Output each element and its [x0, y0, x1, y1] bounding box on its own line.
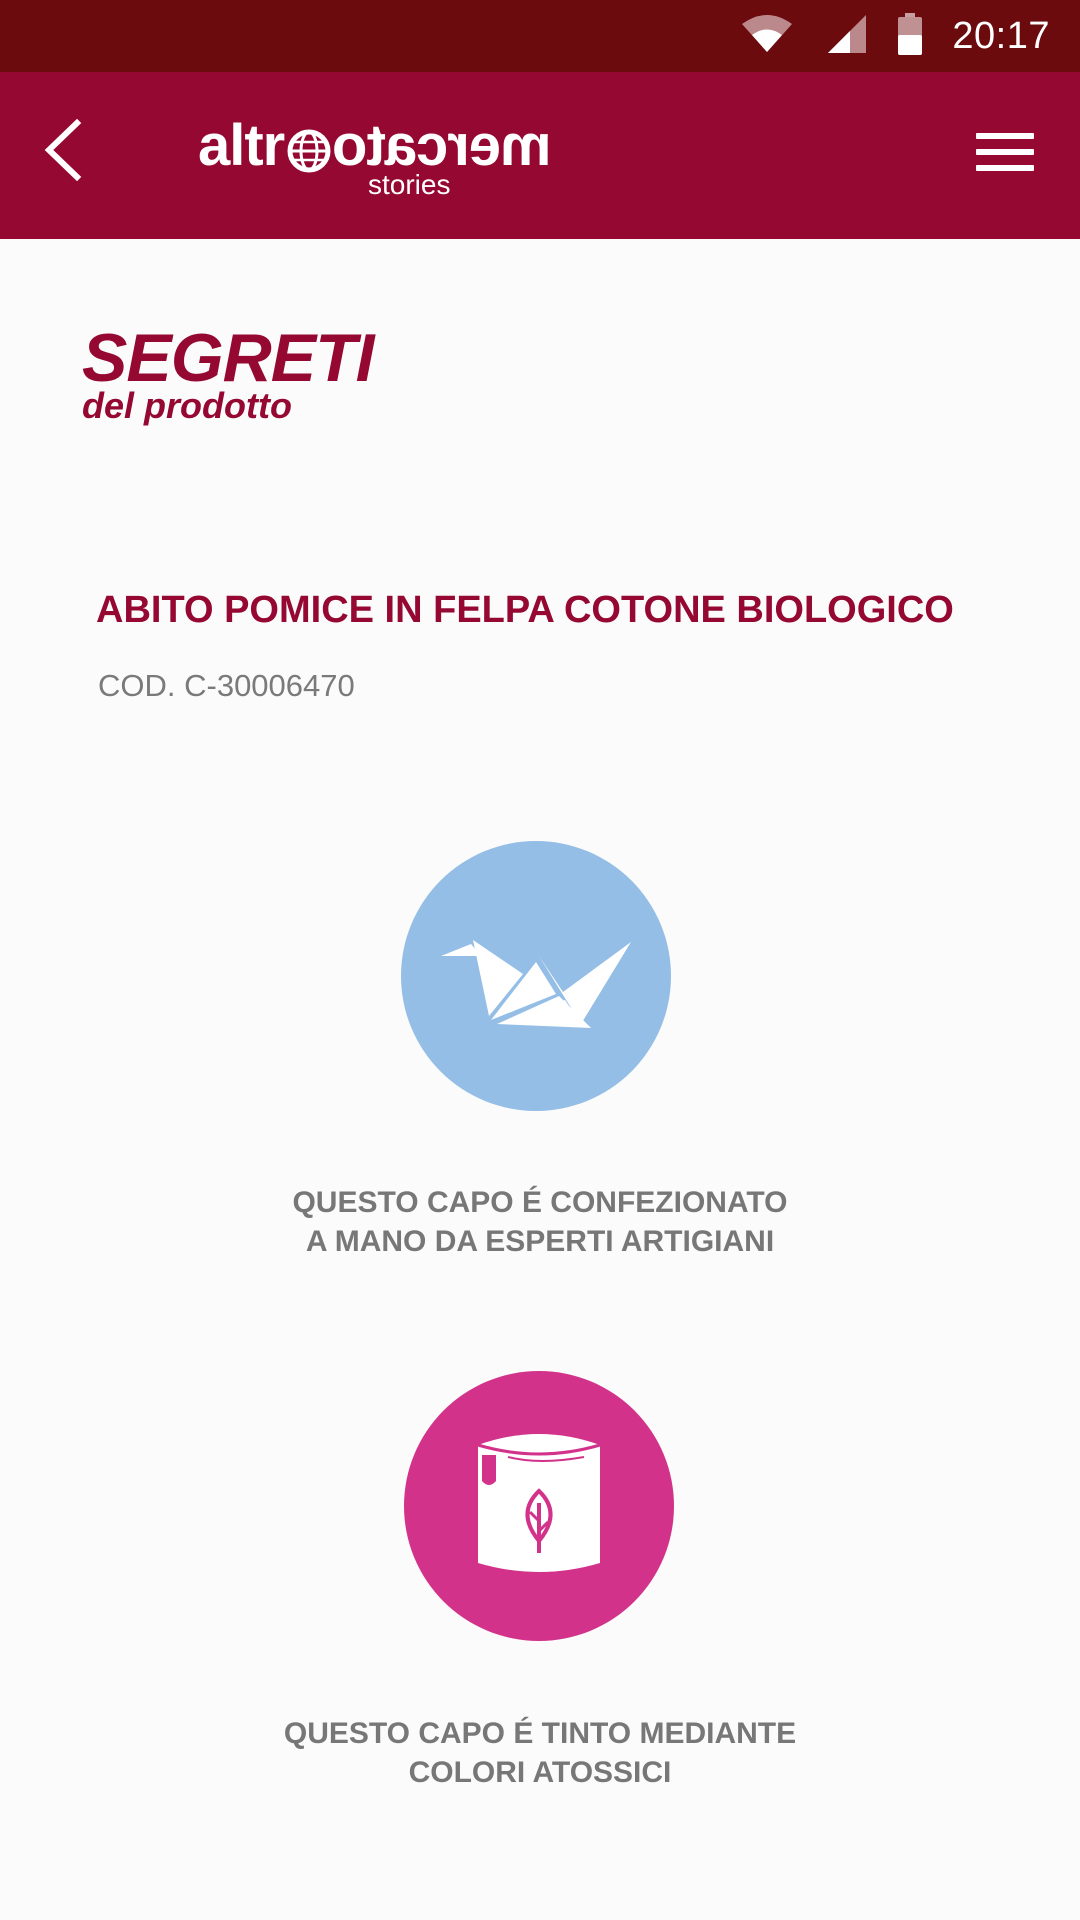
chevron-left-icon — [43, 118, 83, 186]
hamburger-menu-icon — [976, 149, 1034, 155]
feature-line: A MANO DA ESPERTI ARTIGIANI — [305, 1225, 775, 1258]
feature-nontoxic-text: QUESTO CAPO É TINTO MEDIANTE COLORI ATOS… — [0, 1714, 1080, 1792]
feature-nontoxic-badge — [404, 1371, 674, 1641]
feature-line: QUESTO CAPO É CONFEZIONATO — [292, 1186, 788, 1219]
app-logo: altr mercato stories — [198, 113, 568, 210]
hamburger-menu-icon — [976, 165, 1034, 171]
back-button[interactable] — [28, 112, 98, 192]
feature-handmade-text: QUESTO CAPO É CONFEZIONATO A MANO DA ESP… — [0, 1183, 1080, 1261]
origami-crane-icon — [441, 904, 631, 1049]
paint-can-leaf-icon — [474, 1429, 604, 1584]
product-name: ABITO POMICE IN FELPA COTONE BIOLOGICO — [96, 589, 954, 631]
feature-line: QUESTO CAPO É TINTO MEDIANTE — [283, 1717, 797, 1750]
globe-icon — [286, 123, 332, 173]
logo-subtitle: stories — [368, 169, 451, 200]
logo-text-left: altr — [198, 113, 285, 178]
status-time: 20:17 — [952, 14, 1050, 57]
section-title: SEGRETI — [82, 320, 374, 396]
hamburger-menu-icon — [976, 133, 1034, 139]
section-heading: SEGRETI del prodotto — [82, 322, 374, 424]
status-bar: 20:17 — [0, 0, 1080, 72]
status-icons: 20:17 — [740, 0, 1050, 72]
cell-signal-icon — [828, 14, 867, 58]
wifi-icon — [740, 14, 794, 59]
menu-button[interactable] — [976, 122, 1042, 182]
battery-icon — [898, 12, 923, 60]
feature-line: COLORI ATOSSICI — [408, 1756, 672, 1789]
app-bar: altr mercato stories — [0, 72, 1080, 239]
feature-handmade-badge — [401, 841, 671, 1111]
product-code: COD. C-30006470 — [98, 668, 355, 703]
